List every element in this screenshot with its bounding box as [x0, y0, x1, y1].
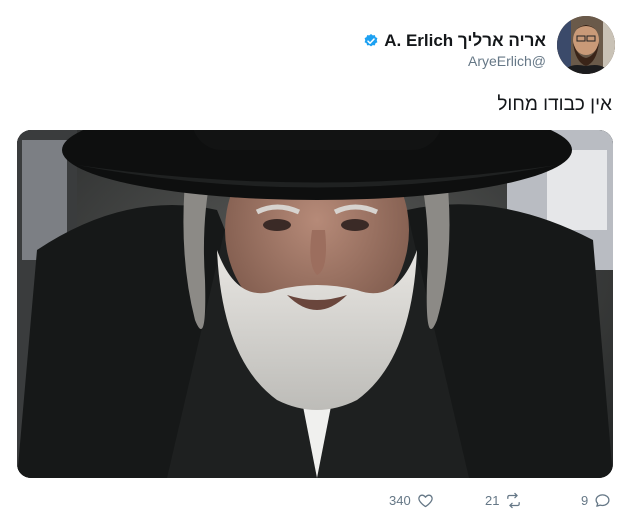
tweet-card[interactable]: A. Erlich אריה ארליך AryeErlich@ אין כבו… [0, 0, 641, 527]
like-count: 340 [389, 493, 411, 508]
reply-count: 9 [581, 493, 589, 508]
like-button[interactable]: 340 [389, 492, 434, 509]
verified-badge-icon [364, 34, 378, 47]
tweet-text: אין כבודו מחול [497, 94, 612, 115]
retweet-button[interactable]: 21 [485, 492, 522, 509]
reply-button[interactable]: 9 [581, 492, 611, 509]
retweet-icon [507, 492, 521, 509]
tweet-photo [17, 130, 613, 478]
tweet-actions: 340 21 9 [0, 492, 641, 516]
author-handle[interactable]: AryeErlich@ [468, 53, 546, 69]
tweet-media[interactable] [17, 130, 613, 478]
author-display-name[interactable]: A. Erlich אריה ארליך [384, 31, 546, 51]
heart-icon [418, 494, 433, 508]
author-name-row[interactable]: A. Erlich אריה ארליך [363, 30, 546, 52]
avatar-photo [557, 16, 615, 74]
reply-icon [595, 494, 610, 507]
avatar[interactable] [557, 16, 615, 74]
retweet-count: 21 [485, 493, 500, 508]
